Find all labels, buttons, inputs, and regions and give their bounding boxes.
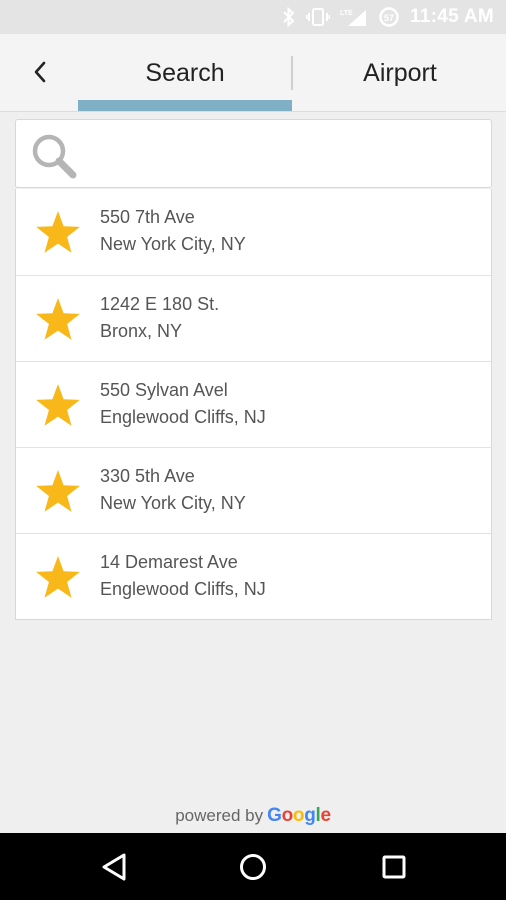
address-city: Englewood Cliffs, NJ [100, 407, 266, 427]
favorites-list: 550 7th Ave New York City, NY 1242 E 180… [15, 189, 492, 620]
bluetooth-icon [282, 7, 296, 27]
search-icon [32, 134, 77, 179]
back-triangle-icon [102, 853, 126, 881]
address-street: 330 5th Ave [100, 466, 195, 486]
vibrate-icon [305, 7, 330, 27]
star-icon [36, 384, 80, 426]
status-bar: LTE 57 11:45 AM [0, 0, 506, 34]
powered-by-google: powered by Google [0, 803, 506, 829]
status-time: 11:45 AM [409, 6, 494, 27]
address-city: Englewood Cliffs, NJ [100, 579, 266, 599]
nav-home-button[interactable] [237, 851, 269, 883]
list-item[interactable]: 1242 E 180 St. Bronx, NY [16, 275, 491, 361]
svg-text:LTE: LTE [340, 10, 353, 17]
chevron-left-icon [34, 61, 46, 83]
address-street: 1242 E 180 St. [100, 294, 220, 314]
tab-divider [291, 56, 293, 90]
address-city: New York City, NY [100, 493, 246, 513]
star-icon [36, 470, 80, 512]
address-street: 14 Demarest Ave [100, 552, 238, 572]
list-item[interactable]: 14 Demarest Ave Englewood Cliffs, NJ [16, 533, 491, 619]
tab-header: Search Airport [0, 34, 506, 112]
address-street: 550 Sylvan Avel [100, 380, 228, 400]
nav-recents-button[interactable] [378, 851, 410, 883]
powered-by-label: powered by [175, 806, 264, 825]
star-icon [36, 298, 80, 340]
lte-signal-icon: LTE [340, 7, 368, 27]
navigation-bar [0, 833, 506, 900]
address-street: 550 7th Ave [100, 207, 195, 227]
search-input[interactable] [94, 130, 484, 178]
list-item[interactable]: 550 Sylvan Avel Englewood Cliffs, NJ [16, 361, 491, 447]
list-item[interactable]: 330 5th Ave New York City, NY [16, 447, 491, 533]
data-saver-icon: 57 [378, 6, 400, 28]
svg-text:57: 57 [384, 13, 394, 23]
active-tab-indicator [78, 100, 292, 111]
list-item[interactable]: 550 7th Ave New York City, NY [16, 189, 491, 275]
star-icon [36, 556, 80, 598]
tab-airport[interactable]: Airport [294, 34, 506, 112]
address-city: New York City, NY [100, 234, 246, 254]
home-circle-icon [240, 854, 266, 880]
star-icon [36, 211, 80, 253]
recents-square-icon [382, 855, 406, 879]
search-box[interactable] [15, 119, 492, 188]
google-logo: Google [267, 805, 331, 826]
address-city: Bronx, NY [100, 321, 183, 341]
back-button[interactable] [22, 54, 58, 90]
nav-back-button[interactable] [98, 851, 130, 883]
